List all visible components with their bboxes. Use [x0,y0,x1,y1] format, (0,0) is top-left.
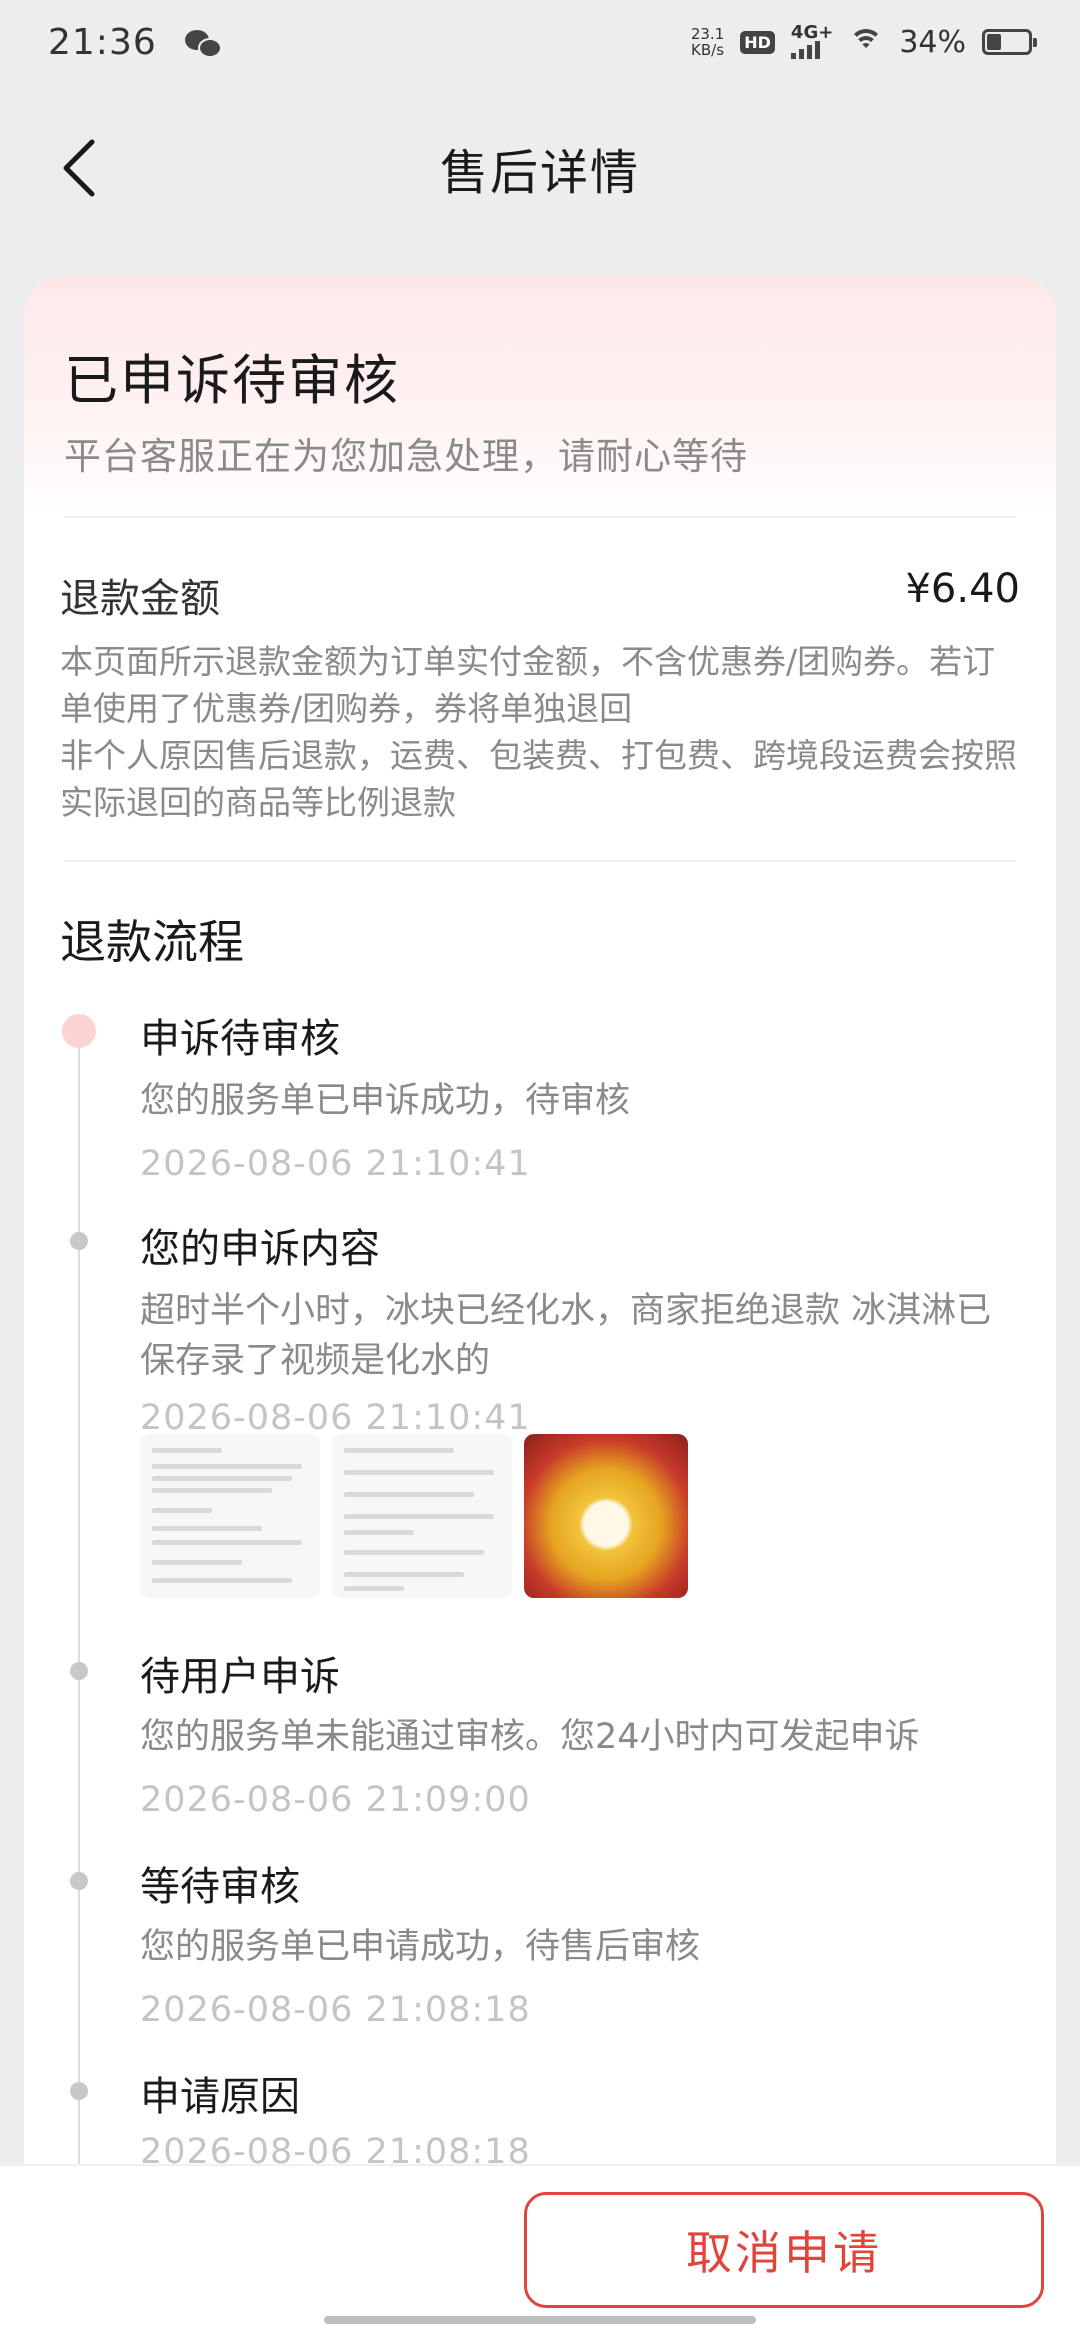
step-time: 2026-08-06 21:10:41 [140,1144,531,1184]
step-desc: 超时半个小时，冰块已经化水，商家拒绝退款 冰淇淋已保存录了视频是化水的 [140,1291,992,1381]
battery-icon [982,29,1037,55]
status-title: 已申诉待审核 [64,349,400,412]
refund-amount-label: 退款金额 [60,576,220,622]
appeal-attachments [140,1434,688,1598]
step-title: 待用户申诉 [140,1654,340,1700]
refund-amount-value: ¥6.40 [905,566,1020,612]
refund-note-coupon: 本页面所示退款金额为订单实付金额，不含优惠券/团购券。若订单使用了优惠券/团购券… [60,642,996,728]
nav-header: 售后详情 [0,84,1080,252]
divider [64,860,1016,862]
status-time: 21:36 [48,21,157,63]
home-indicator[interactable] [324,2316,756,2324]
step-title: 您的申诉内容 [140,1226,380,1272]
step-time: 2026-08-06 21:10:41 [140,1398,531,1438]
cancel-application-button[interactable]: 取消申请 [524,2192,1044,2308]
network-speed-unit: KB/s [691,41,725,59]
status-indicators: 23.1 KB/s HD 4G+ 34% [691,22,1037,60]
page-title: 售后详情 [439,145,640,201]
chevron-left-icon [63,139,95,197]
timeline-dot-active [62,1014,96,1048]
battery-fill [987,34,1001,50]
step-time: 2026-08-06 21:08:18 [140,1990,531,2030]
attachment-screenshot[interactable] [332,1434,512,1598]
refund-note-shipping: 非个人原因售后退款，运费、包装费、打包费、跨境段运费会按照实际退回的商品等比例退… [60,736,1017,822]
step-time: 2026-08-06 21:09:00 [140,1780,531,1820]
attachment-photo[interactable] [524,1434,688,1598]
refund-flow-title: 退款流程 [60,915,244,969]
refund-note: 本页面所示退款金额为订单实付金额，不含优惠券/团购券。若订单使用了优惠券/团购券… [60,638,1020,826]
bottom-action-bar: 取消申请 [0,2164,1080,2340]
back-button[interactable] [50,128,110,208]
step-title: 申请原因 [140,2074,300,2120]
wechat-notification-icon [184,28,222,58]
battery-percent: 34% [899,24,966,60]
timeline-dot [70,1232,88,1250]
hd-icon: HD [740,30,775,54]
network-speed: 23.1 KB/s [691,26,724,58]
timeline-dot [70,2082,88,2100]
step-desc: 您的服务单未能通过审核。您24小时内可发起申诉 [140,1717,920,1757]
status-bar: 21:36 23.1 KB/s HD 4G+ 34% [0,0,1080,84]
timeline-dot [70,1872,88,1890]
step-title: 等待审核 [140,1864,300,1910]
cellular-signal-icon: 4G+ [790,22,834,59]
timeline-dot [70,1662,88,1680]
after-sale-card: 已申诉待审核 平台客服正在为您加急处理，请耐心等待 退款金额 ¥6.40 本页面… [24,276,1056,2340]
status-subtitle: 平台客服正在为您加急处理，请耐心等待 [64,435,748,478]
network-speed-value: 23.1 [690,25,725,43]
step-title: 申诉待审核 [140,1016,340,1062]
wifi-icon [849,29,884,55]
divider [64,516,1016,518]
step-desc: 您的服务单已申诉成功，待审核 [140,1081,631,1121]
step-desc: 您的服务单已申请成功，待售后审核 [140,1927,701,1967]
attachment-screenshot[interactable] [140,1434,320,1598]
network-type: 4G+ [790,22,834,43]
